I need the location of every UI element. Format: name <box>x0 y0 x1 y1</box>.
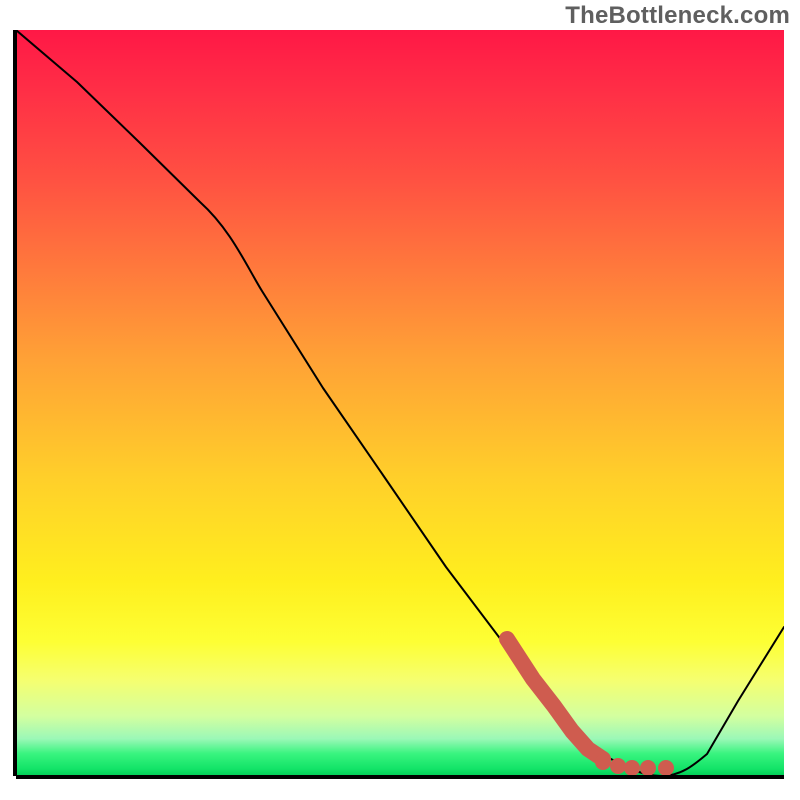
highlight-dot <box>640 760 656 776</box>
chart-container: TheBottleneck.com <box>0 0 800 800</box>
highlight-dot <box>595 754 611 770</box>
curve-line <box>16 30 784 776</box>
highlight-segment <box>507 639 603 759</box>
highlight-dot <box>610 758 626 774</box>
y-axis-line <box>13 30 17 776</box>
plot-area <box>16 30 784 776</box>
highlight-dot <box>624 760 640 776</box>
plot-svg <box>16 30 784 776</box>
highlight-dot <box>658 760 674 776</box>
watermark-text: TheBottleneck.com <box>565 2 790 30</box>
x-axis-line <box>16 775 784 779</box>
